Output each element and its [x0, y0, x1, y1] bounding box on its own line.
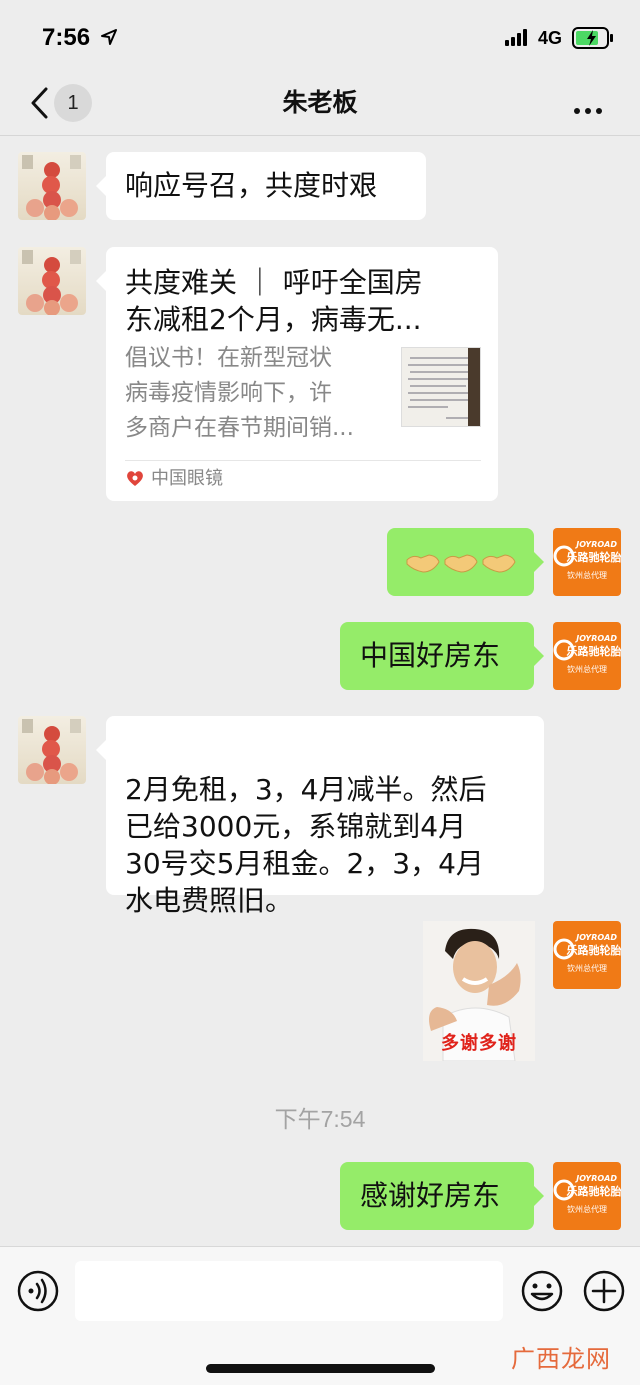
card-description: 倡议书！在新型冠状 病毒疫情影响下，许 多商户在春节期间销... [125, 345, 354, 441]
card-thumbnail [401, 347, 481, 427]
svg-text:JOYROAD: JOYROAD [574, 1174, 617, 1183]
watermark: 广西龙网 [511, 1345, 611, 1373]
sticker-image[interactable]: 多谢多谢 [423, 921, 535, 1061]
card-divider [125, 460, 481, 461]
status-bar: 7:56 4G [0, 0, 640, 70]
chat-title: 朱老板 [282, 88, 358, 117]
status-time: 7:56 [42, 24, 91, 51]
emoji-icon[interactable] [520, 1269, 564, 1313]
back-chevron-icon[interactable] [28, 86, 50, 120]
card-source: 中国眼镜 [151, 468, 223, 489]
svg-text:钦州总代理: 钦州总代理 [567, 570, 607, 580]
my-avatar[interactable]: JOYROAD 乐路驰轮胎 钦州总代理 [553, 1162, 621, 1230]
location-arrow-icon [101, 29, 117, 45]
more-icon[interactable] [574, 99, 607, 118]
contact-avatar[interactable] [18, 152, 86, 220]
card-title: 共度难关 ｜ 呼吁全国房 东减租2个月，病毒无... [125, 266, 423, 336]
my-avatar[interactable]: JOYROAD 乐路驰轮胎 钦州总代理 [553, 528, 621, 596]
message-bubble-received[interactable]: 2月免租，3，4月减半。然后 已给3000元，系锦就到4月 30号交5月租金。2… [96, 716, 544, 917]
battery-charging-icon [572, 27, 613, 49]
home-indicator[interactable] [206, 1364, 435, 1373]
plus-icon[interactable] [582, 1269, 626, 1313]
svg-text:钦州总代理: 钦州总代理 [567, 1204, 607, 1214]
svg-text:JOYROAD: JOYROAD [574, 540, 617, 549]
sticker-caption: 多谢多谢 [441, 1033, 517, 1054]
svg-text:乐路驰轮胎: 乐路驰轮胎 [567, 644, 622, 658]
svg-text:钦州总代理: 钦州总代理 [567, 664, 607, 674]
svg-text:JOYROAD: JOYROAD [574, 634, 617, 643]
message-text: 响应号召，共度时艰 [125, 169, 378, 202]
message-bubble-sent[interactable]: 感谢好房东 [340, 1162, 544, 1230]
handshake-icon [406, 554, 516, 573]
contact-avatar[interactable] [18, 716, 86, 784]
my-avatar[interactable]: JOYROAD 乐路驰轮胎 钦州总代理 [553, 622, 621, 690]
voice-input-icon[interactable] [16, 1269, 60, 1313]
svg-text:乐路驰轮胎: 乐路驰轮胎 [567, 943, 622, 957]
contact-avatar[interactable] [18, 247, 86, 315]
link-card[interactable]: 共度难关 ｜ 呼吁全国房 东减租2个月，病毒无... 倡议书！在新型冠状 病毒疫… [96, 247, 498, 501]
message-bubble-sent[interactable] [387, 528, 544, 596]
unread-badge[interactable]: 1 [54, 84, 92, 122]
message-text: 感谢好房东 [360, 1179, 501, 1212]
message-text: 中国好房东 [360, 639, 501, 672]
my-avatar[interactable]: JOYROAD 乐路驰轮胎 钦州总代理 [553, 921, 621, 989]
message-bubble-received[interactable]: 响应号召，共度时艰 [96, 152, 426, 220]
svg-text:钦州总代理: 钦州总代理 [567, 963, 607, 973]
message-text: 2月免租，3，4月减半。然后 已给3000元，系锦就到4月 30号交5月租金。2… [125, 773, 487, 917]
nav-bar: 朱老板 1 [0, 70, 640, 136]
heart-logo-icon [127, 471, 143, 486]
svg-text:JOYROAD: JOYROAD [574, 933, 617, 942]
svg-text:乐路驰轮胎: 乐路驰轮胎 [567, 550, 622, 564]
message-bubble-sent[interactable]: 中国好房东 [340, 622, 544, 690]
network-type: 4G [538, 28, 563, 48]
message-input[interactable] [75, 1261, 503, 1321]
time-divider: 下午7:54 [274, 1106, 366, 1132]
input-bar: 广西龙网 [0, 1246, 640, 1385]
svg-text:乐路驰轮胎: 乐路驰轮胎 [567, 1184, 622, 1198]
signal-icon [505, 29, 531, 46]
